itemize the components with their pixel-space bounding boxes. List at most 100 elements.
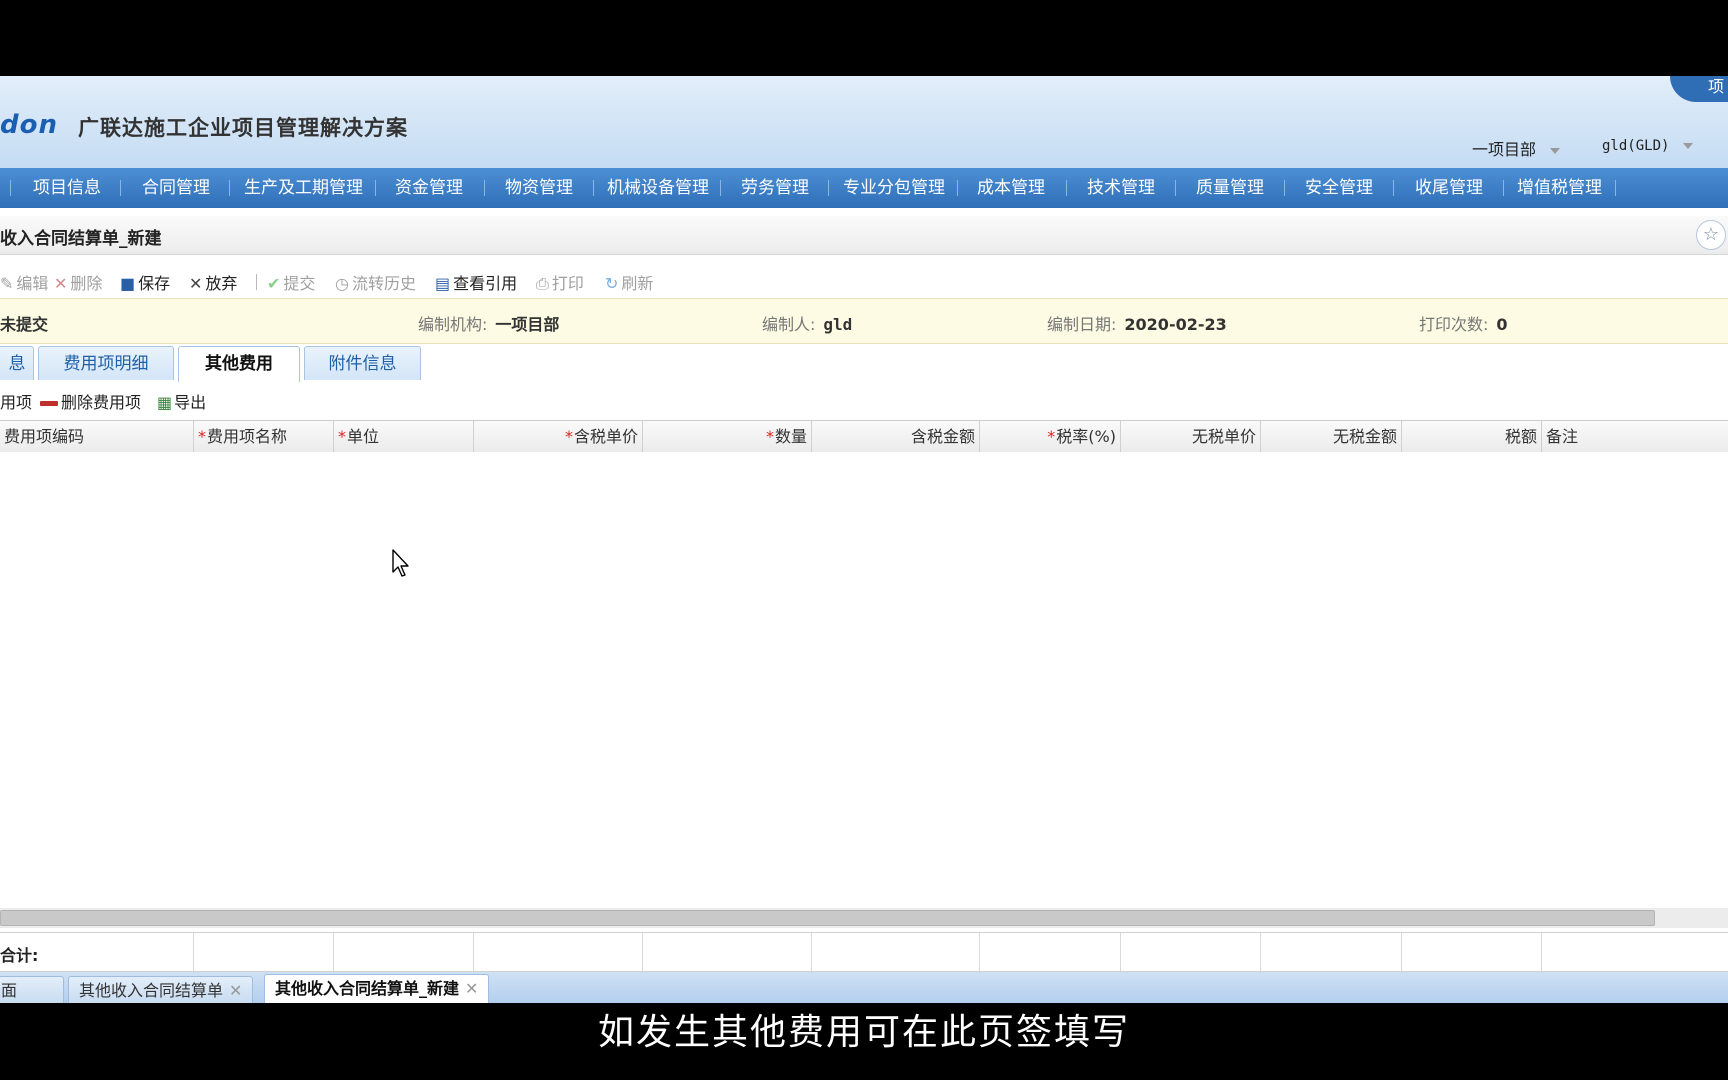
- discard-button[interactable]: ✕ 放弃: [189, 270, 237, 294]
- print-count-info: 打印次数: 0: [1419, 315, 1508, 334]
- nav-divider: [1284, 180, 1285, 196]
- nav-divider: [828, 180, 829, 196]
- toolbar-divider: [256, 274, 257, 290]
- nav-item-labor[interactable]: 劳务管理: [741, 168, 809, 208]
- user-select[interactable]: gld(GLD): [1602, 138, 1694, 154]
- tab-other-fees[interactable]: 其他费用: [178, 346, 300, 383]
- app-banner: don 广联达施工企业项目管理解决方案 项 一项目部 gld(GLD): [0, 76, 1728, 168]
- brand-logo-mark: don: [0, 110, 58, 140]
- nav-item-project-info[interactable]: 项目信息: [33, 168, 101, 208]
- nav-item-closeout[interactable]: 收尾管理: [1415, 168, 1483, 208]
- window-tab-home[interactable]: 面: [0, 976, 64, 1003]
- nav-divider: [1503, 180, 1504, 196]
- column-header-unit-price-incl-tax[interactable]: *含税单价: [474, 421, 643, 452]
- print-button[interactable]: ⎙ 打印: [536, 270, 584, 294]
- author-info: 编制人: gld: [762, 315, 853, 334]
- column-header-tax-rate[interactable]: *税率(%): [980, 421, 1121, 452]
- nav-item-contract[interactable]: 合同管理: [142, 168, 210, 208]
- clock-icon: ◷: [335, 274, 349, 293]
- nav-item-technology[interactable]: 技术管理: [1087, 168, 1155, 208]
- save-button[interactable]: ■ 保存: [120, 270, 170, 294]
- nav-item-materials[interactable]: 物资管理: [505, 168, 573, 208]
- grid-toolbar: 用项 删除费用项 ▦ 导出: [0, 382, 1728, 416]
- check-icon: ✔: [267, 274, 281, 293]
- nav-item-cost[interactable]: 成本管理: [977, 168, 1045, 208]
- nav-divider: [1175, 180, 1176, 196]
- main-nav: 项目信息 合同管理 生产及工期管理 资金管理 物资管理 机械设备管理 劳务管理 …: [0, 168, 1728, 208]
- nav-divider: [1066, 180, 1067, 196]
- nav-item-vat[interactable]: 增值税管理: [1517, 168, 1602, 208]
- nav-divider: [593, 180, 594, 196]
- edit-button[interactable]: ✎ 编辑: [0, 270, 48, 294]
- detail-tabs: 息 费用项明细 其他费用 附件信息: [0, 342, 1728, 383]
- view-reference-button[interactable]: ▤ 查看引用: [435, 270, 517, 294]
- close-icon[interactable]: ✕: [229, 981, 242, 1000]
- nav-divider: [484, 180, 485, 196]
- column-header-code[interactable]: 费用项编码: [0, 421, 194, 452]
- window-tab-settlement-list[interactable]: 其他收入合同结算单 ✕: [68, 976, 254, 1003]
- submit-button[interactable]: ✔ 提交: [267, 270, 315, 294]
- document-icon: ▤: [435, 274, 451, 293]
- remove-expense-item-button[interactable]: 删除费用项: [40, 389, 141, 413]
- nav-item-funds[interactable]: 资金管理: [395, 168, 463, 208]
- refresh-button[interactable]: ↻ 刷新: [605, 270, 653, 294]
- nav-item-machinery[interactable]: 机械设备管理: [607, 168, 709, 208]
- org-select[interactable]: 一项目部: [1472, 136, 1561, 160]
- document-info-bar: 未提交 编制机构: 一项目部 编制人: gld 编制日期: 2020-02-23 打印…: [0, 298, 1728, 344]
- tab-basic-info[interactable]: 息: [0, 346, 34, 380]
- nav-divider: [120, 180, 121, 196]
- nav-divider: [229, 180, 230, 196]
- favorite-star-icon[interactable]: ☆: [1696, 220, 1726, 250]
- nav-item-production[interactable]: 生产及工期管理: [244, 168, 363, 208]
- refresh-icon: ↻: [605, 274, 619, 293]
- scrollbar-thumb[interactable]: [0, 910, 1655, 926]
- grid-body[interactable]: [0, 452, 1728, 908]
- nav-item-subcontract[interactable]: 专业分包管理: [843, 168, 945, 208]
- delete-button[interactable]: ✕ 删除: [54, 270, 102, 294]
- tab-expense-details[interactable]: 费用项明细: [38, 346, 174, 380]
- nav-item-quality[interactable]: 质量管理: [1196, 168, 1264, 208]
- window-tabs: 面 其他收入合同结算单 ✕ 其他收入合同结算单_新建 ✕: [0, 972, 1728, 1003]
- history-button[interactable]: ◷ 流转历史: [335, 270, 416, 294]
- chevron-down-icon: [1550, 147, 1561, 154]
- minus-icon: [40, 401, 58, 406]
- close-icon[interactable]: ✕: [465, 979, 478, 998]
- status-badge: 未提交: [0, 315, 49, 334]
- pencil-icon: ✎: [0, 274, 14, 293]
- nav-divider: [375, 180, 376, 196]
- add-expense-item-button[interactable]: 用项: [0, 389, 32, 413]
- grid-header: 费用项编码 *费用项名称 *单位 *含税单价 *数量 含税金额 *税率(%) 无…: [0, 420, 1728, 453]
- column-header-name[interactable]: *费用项名称: [194, 421, 334, 452]
- column-header-amount-excl-tax[interactable]: 无税金额: [1261, 421, 1402, 452]
- nav-divider: [1393, 180, 1394, 196]
- corner-project-tab[interactable]: 项: [1670, 76, 1728, 102]
- horizontal-scrollbar[interactable]: [0, 908, 1728, 928]
- user-select-value: gld(GLD): [1602, 138, 1670, 154]
- video-subtitle: 如发生其他费用可在此页签填写: [597, 1012, 1130, 1053]
- tab-attachments[interactable]: 附件信息: [304, 346, 421, 380]
- column-header-quantity[interactable]: *数量: [643, 421, 812, 452]
- nav-divider: [10, 180, 11, 196]
- close-x-icon: ✕: [189, 274, 203, 293]
- export-button[interactable]: ▦ 导出: [157, 389, 206, 413]
- column-header-remark[interactable]: 备注: [1542, 421, 1728, 452]
- nav-divider: [1615, 180, 1616, 196]
- column-header-unit-price-excl-tax[interactable]: 无税单价: [1121, 421, 1261, 452]
- column-header-tax-amount[interactable]: 税额: [1402, 421, 1542, 452]
- nav-item-safety[interactable]: 安全管理: [1305, 168, 1373, 208]
- chevron-down-icon: [1683, 143, 1694, 149]
- column-header-amount-incl-tax[interactable]: 含税金额: [812, 421, 980, 452]
- date-info: 编制日期: 2020-02-23: [1047, 315, 1227, 334]
- export-sheet-icon: ▦: [157, 393, 173, 412]
- delete-x-icon: ✕: [54, 274, 68, 293]
- toolbar: ✎ 编辑 ✕ 删除 ■ 保存 ✕ 放弃 ✔ 提交 ◷ 流转历史 ▤ 查看引用 ⎙ 打印 ↻ 刷新: [0, 262, 1728, 298]
- save-disk-icon: ■: [120, 274, 136, 293]
- org-info: 编制机构: 一项目部: [418, 315, 560, 334]
- brand-logo-text: 广联达施工企业项目管理解决方案: [78, 116, 408, 140]
- printer-icon: ⎙: [536, 274, 549, 293]
- mouse-cursor-icon: [392, 549, 409, 577]
- window-tab-settlement-new[interactable]: 其他收入合同结算单_新建 ✕: [264, 974, 490, 1003]
- app-window: don 广联达施工企业项目管理解决方案 项 一项目部 gld(GLD) 项目信息…: [0, 76, 1728, 1003]
- column-header-unit[interactable]: *单位: [334, 421, 474, 452]
- page-titlebar: 收入合同结算单_新建 ☆: [0, 216, 1728, 255]
